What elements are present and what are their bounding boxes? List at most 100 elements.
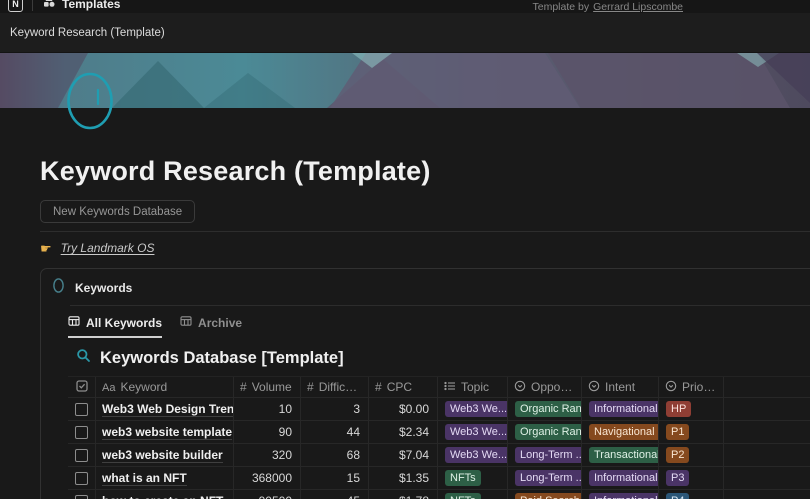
tab-all-keywords[interactable]: All Keywords (68, 315, 162, 338)
column-label: Volume (252, 380, 292, 394)
template-author-link[interactable]: Gerrard Lipscombe (593, 1, 683, 13)
notion-logo-letter: N (12, 0, 19, 9)
select-icon (514, 380, 526, 395)
priority-tag: P3 (666, 470, 689, 486)
opportunity-tag: Paid Search (515, 493, 582, 499)
keywords-block-header[interactable]: Keywords (41, 269, 810, 305)
cover-gradient-art (0, 53, 810, 108)
empty-cell (724, 444, 810, 466)
intent-tag: Navigational (589, 424, 659, 440)
row-checkbox[interactable] (68, 421, 96, 443)
column-header-intent[interactable]: Intent (582, 377, 659, 397)
column-header-cpc[interactable]: #CPC (369, 377, 438, 397)
keyword-cell[interactable]: Web3 Web Design Trends (96, 398, 234, 420)
hash-icon: # (307, 380, 314, 394)
column-label: Opportun... (531, 380, 575, 394)
priority-cell[interactable]: P4 (659, 490, 724, 499)
row-checkbox[interactable] (68, 467, 96, 489)
opportunity-tag: Long-Term ... (515, 470, 582, 486)
cpc-cell[interactable]: $1.78 (369, 490, 438, 499)
tab-label: Archive (198, 316, 242, 330)
cover-image[interactable] (0, 53, 810, 108)
difficulty-cell[interactable]: 3 (301, 398, 369, 420)
volume-cell[interactable]: 320 (234, 444, 301, 466)
tab-label: All Keywords (86, 316, 162, 330)
topic-cell[interactable]: Web3 We... (438, 444, 508, 466)
column-label: Priority (682, 380, 717, 394)
notion-logo[interactable]: N (8, 0, 23, 12)
pointing-hand-icon: ☛ (40, 242, 52, 255)
difficulty-cell[interactable]: 68 (301, 444, 369, 466)
column-header-difficulty[interactable]: #Difficulty (301, 377, 369, 397)
opportunity-tag: Organic Rank (515, 401, 582, 417)
tab-archive[interactable]: Archive (180, 315, 242, 338)
keyword-cell[interactable]: web3 website template (96, 421, 234, 443)
table-row: web3 website builder32068$7.04Web3 We...… (68, 444, 810, 467)
keyword-cell[interactable]: how to create an NFT (96, 490, 234, 499)
breadcrumb[interactable]: Keyword Research (Template) (10, 27, 165, 39)
topic-tag: Web3 We... (445, 401, 508, 417)
column-header-opportun[interactable]: Opportun... (508, 377, 582, 397)
volume-cell[interactable]: 90 (234, 421, 301, 443)
opportunity-cell[interactable]: Long-Term ... (508, 467, 582, 489)
column-header-keyword[interactable]: AaKeyword (96, 377, 234, 397)
cpc-cell[interactable]: $1.35 (369, 467, 438, 489)
column-label: Intent (605, 380, 635, 394)
intent-cell[interactable]: Informational (582, 467, 659, 489)
row-checkbox[interactable] (68, 444, 96, 466)
intent-cell[interactable]: Informational (582, 398, 659, 420)
keyword-cell[interactable]: what is an NFT (96, 467, 234, 489)
opportunity-cell[interactable]: Long-Term ... (508, 444, 582, 466)
topic-tag: Web3 We... (445, 424, 508, 440)
intent-cell[interactable]: Navigational (582, 421, 659, 443)
volume-cell[interactable]: 368000 (234, 467, 301, 489)
difficulty-cell[interactable]: 45 (301, 490, 369, 499)
column-header-topic[interactable]: Topic (438, 377, 508, 397)
difficulty-cell[interactable]: 44 (301, 421, 369, 443)
column-header-volume[interactable]: #Volume (234, 377, 301, 397)
priority-cell[interactable]: P3 (659, 467, 724, 489)
topic-cell[interactable]: NFTs (438, 490, 508, 499)
keyword-cell[interactable]: web3 website builder (96, 444, 234, 466)
priority-cell[interactable]: P2 (659, 444, 724, 466)
topic-cell[interactable]: NFTs (438, 467, 508, 489)
landmark-os-link[interactable]: Try Landmark OS (61, 241, 155, 255)
table-icon (180, 315, 192, 330)
topic-cell[interactable]: Web3 We... (438, 421, 508, 443)
row-checkbox[interactable] (68, 398, 96, 420)
opportunity-cell[interactable]: Organic Rank (508, 421, 582, 443)
priority-cell[interactable]: P1 (659, 421, 724, 443)
new-keywords-database-button[interactable]: New Keywords Database (40, 200, 195, 223)
volume-cell[interactable]: 10 (234, 398, 301, 420)
page-title: Keyword Research (Template) (40, 156, 810, 187)
select-icon (588, 380, 600, 395)
intent-cell[interactable]: Informational (582, 490, 659, 499)
topic-cell[interactable]: Web3 We... (438, 398, 508, 420)
priority-cell[interactable]: HP (659, 398, 724, 420)
topic-tag: NFTs (445, 493, 481, 499)
volume-cell[interactable]: 90500 (234, 490, 301, 499)
templates-nav-item[interactable]: Templates (42, 0, 120, 13)
opportunity-cell[interactable]: Organic Rank (508, 398, 582, 420)
column-label: Topic (461, 380, 489, 394)
column-header-priority[interactable]: Priority (659, 377, 724, 397)
cpc-cell[interactable]: $2.34 (369, 421, 438, 443)
cpc-cell[interactable]: $7.04 (369, 444, 438, 466)
table-body: Web3 Web Design Trends103$0.00 Web3 We...… (68, 398, 810, 499)
row-checkbox[interactable] (68, 490, 96, 499)
table-icon (68, 315, 80, 330)
intent-tag: Informational (589, 401, 659, 417)
difficulty-cell[interactable]: 15 (301, 467, 369, 489)
priority-tag: P1 (666, 424, 689, 440)
database-title: Keywords Database [Template] (100, 349, 344, 368)
select-all-checkbox[interactable] (68, 377, 96, 397)
empty-cell (724, 421, 810, 443)
cpc-cell[interactable]: $0.00 (369, 398, 438, 420)
table-header-row: AaKeyword#Volume#Difficulty#CPCTopicOppo… (68, 376, 810, 398)
intent-tag: Informational (589, 493, 659, 499)
intent-cell[interactable]: Transactional (582, 444, 659, 466)
opportunity-cell[interactable]: Paid Search (508, 490, 582, 499)
template-by-text: Template by (533, 1, 590, 13)
table-row: how to create an NFT9050045$1.78 NFTs Paid… (68, 490, 810, 499)
topic-tag: NFTs (445, 470, 481, 486)
